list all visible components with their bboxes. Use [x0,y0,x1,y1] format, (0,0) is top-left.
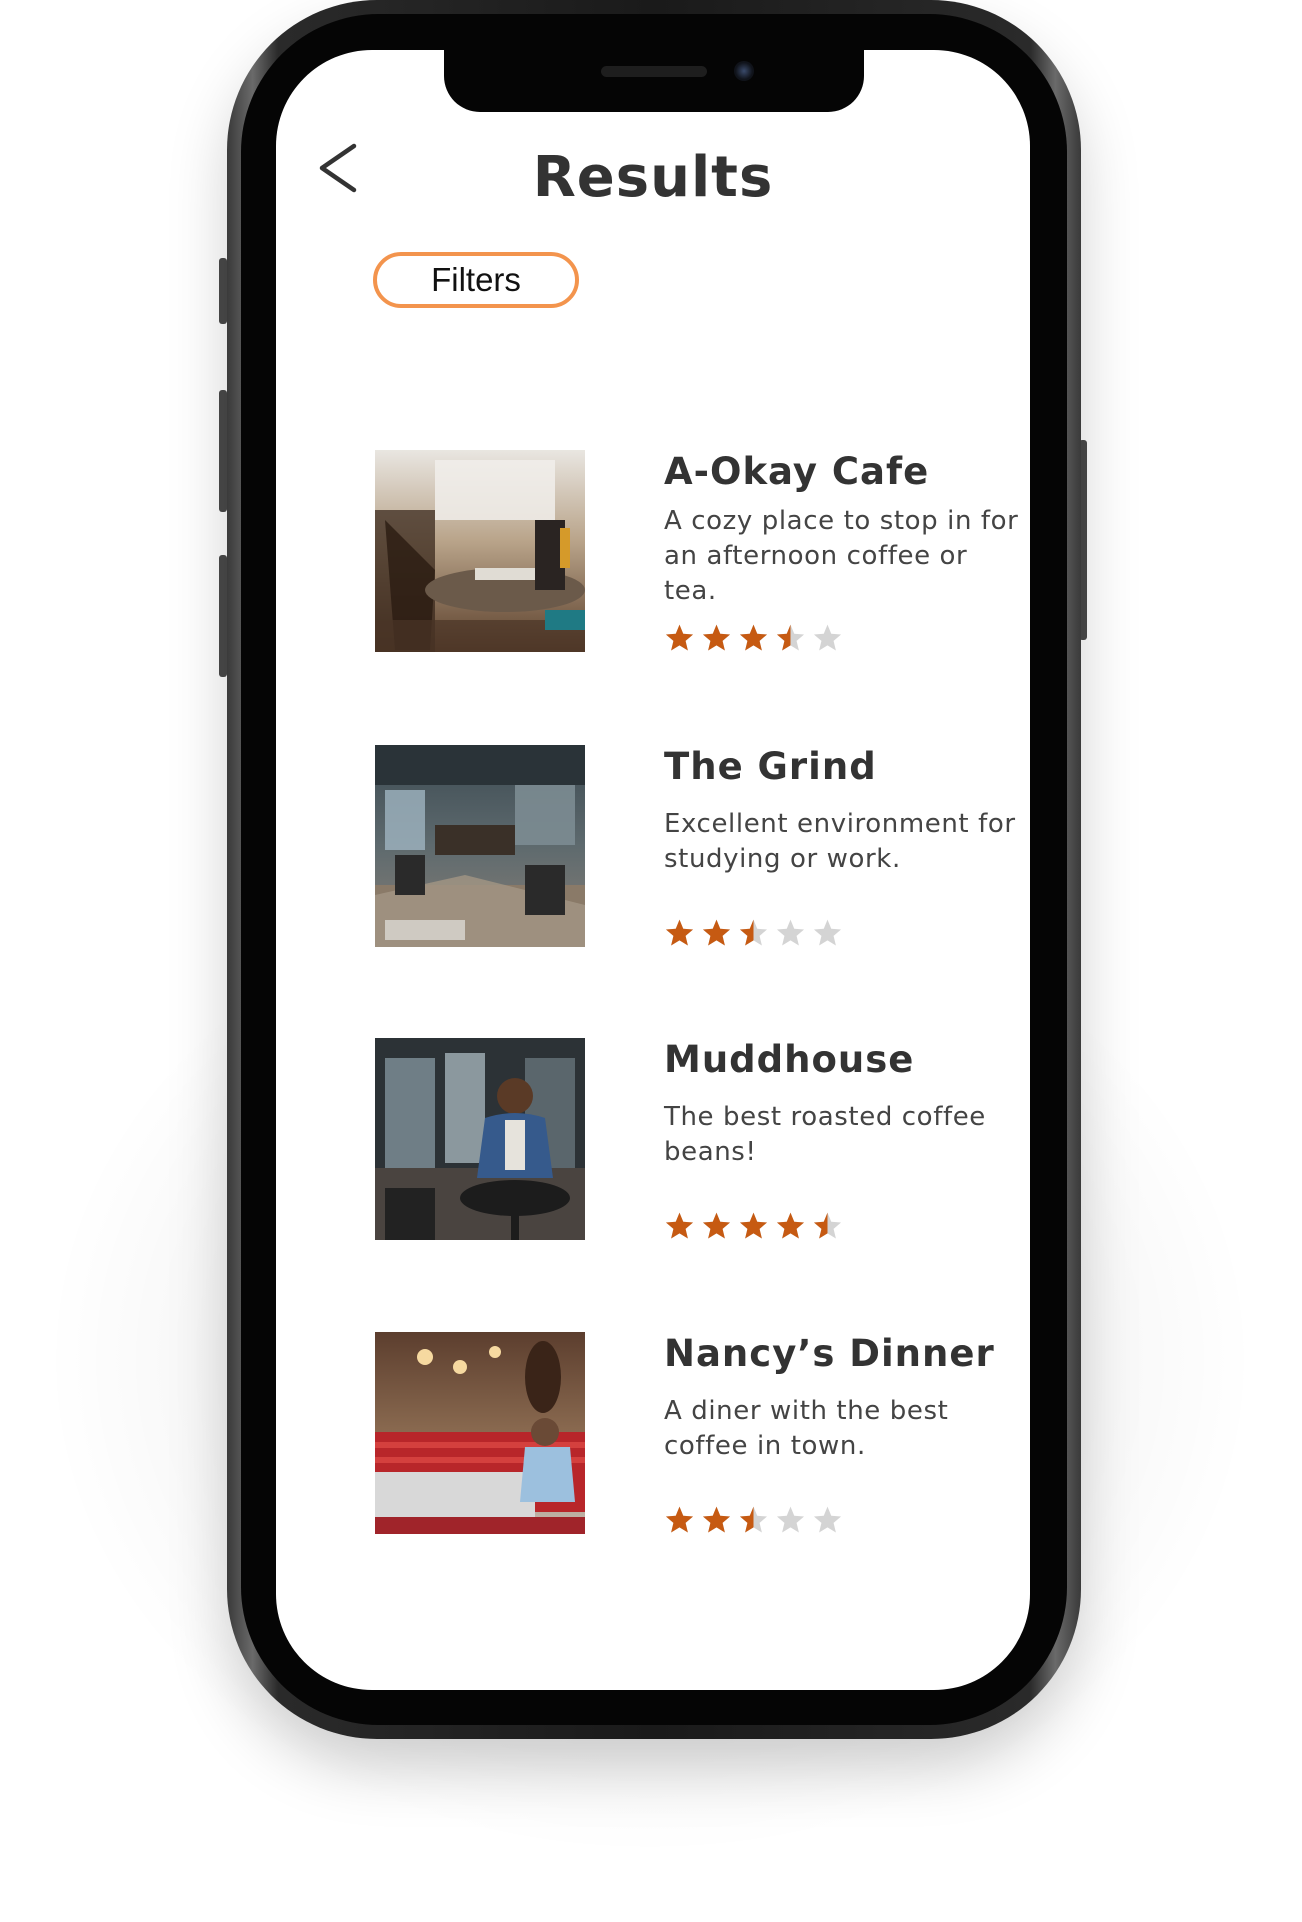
star-rating [664,1504,843,1535]
result-item-nancys-dinner[interactable]: Nancy’s Dinner A diner with the best cof… [276,1332,1030,1542]
star-half-icon [813,1212,842,1239]
result-description: The best roasted coffee beans! [664,1102,986,1167]
result-info: A-Okay Cafe A cozy place to stop in for … [664,450,1024,651]
app-screen: Results Filters A-Okay Cafe A cozy place… [276,50,1030,1690]
star-half-icon [739,919,768,946]
result-item-the-grind[interactable]: The Grind Excellent environment for stud… [276,745,1030,955]
result-name: Muddhouse [664,1038,915,1081]
front-camera [734,61,754,81]
result-info: The Grind Excellent environment for stud… [664,745,1024,946]
star-empty-icon [813,624,842,651]
star-empty-icon [776,919,805,946]
silent-switch [219,258,227,324]
star-filled-icon [702,919,731,946]
star-empty-icon [813,919,842,946]
result-item-a-okay-cafe[interactable]: A-Okay Cafe A cozy place to stop in for … [276,450,1030,660]
result-name: The Grind [664,745,877,788]
star-rating [664,1210,843,1241]
result-item-muddhouse[interactable]: Muddhouse The best roasted coffee beans! [276,1038,1030,1248]
result-info: Muddhouse The best roasted coffee beans! [664,1038,1024,1239]
star-filled-icon [776,1212,805,1239]
cafe-photo [375,745,585,947]
star-filled-icon [665,624,694,651]
star-half-icon [776,624,805,651]
star-filled-icon [665,1212,694,1239]
star-empty-icon [813,1506,842,1533]
speaker-grille [601,66,707,77]
result-info: Nancy’s Dinner A diner with the best cof… [664,1332,1024,1533]
star-filled-icon [739,1212,768,1239]
star-filled-icon [702,624,731,651]
volume-down-button [219,555,227,677]
cafe-photo [375,450,585,652]
cafe-photo [375,1038,585,1240]
star-filled-icon [665,919,694,946]
star-empty-icon [776,1506,805,1533]
cafe-photo [375,1332,585,1534]
result-description: A diner with the best coffee in town. [664,1396,949,1461]
star-filled-icon [702,1212,731,1239]
notch [444,50,864,112]
star-filled-icon [702,1506,731,1533]
volume-up-button [219,390,227,512]
page-title: Results [532,145,774,210]
result-name: Nancy’s Dinner [664,1332,995,1375]
star-filled-icon [665,1506,694,1533]
filters-button[interactable]: Filters [373,252,579,308]
star-rating [664,622,843,653]
star-half-icon [739,1506,768,1533]
star-rating [664,917,843,948]
star-filled-icon [739,624,768,651]
result-description: Excellent environment for studying or wo… [664,809,1016,874]
result-name: A-Okay Cafe [664,450,930,493]
result-description: A cozy place to stop in for an afternoon… [664,506,1019,606]
